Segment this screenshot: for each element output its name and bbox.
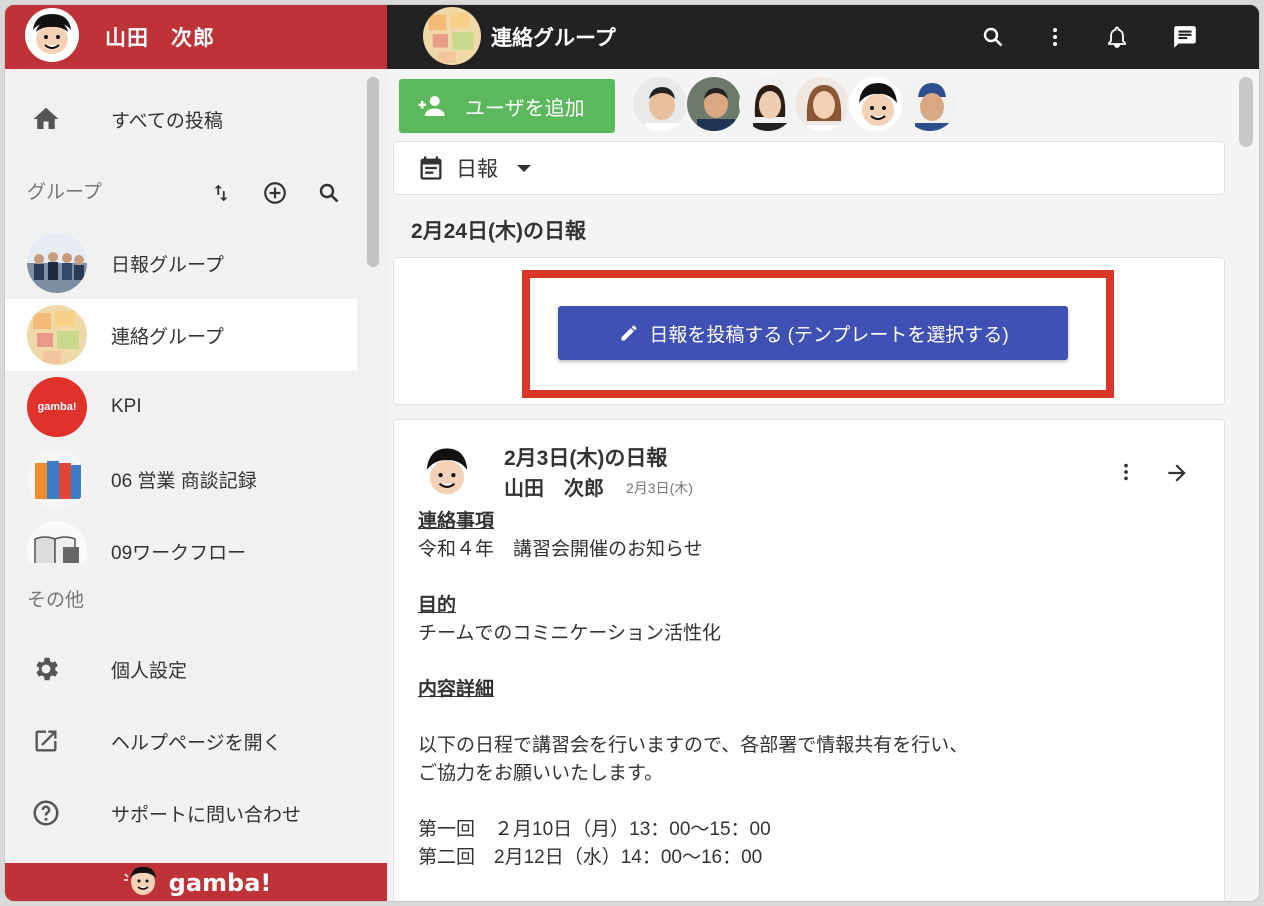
bell-icon[interactable]: [1101, 21, 1133, 53]
report-text-line: 第一回 ２月10日（月）13：00〜15：00: [418, 819, 771, 840]
nav-all-posts[interactable]: すべての投稿: [5, 83, 357, 155]
report-text-line: ご協力をお願いいたします。: [418, 763, 664, 784]
add-user-label: ユーザを追加: [465, 97, 585, 120]
group-item-sales[interactable]: 06 営業 商談記録: [5, 443, 357, 515]
main-content: ユーザを追加 日報 2月24日(木)の日報 日報を投稿する (テンプレートを選択…: [387, 69, 1259, 901]
user-name: 山田 次郎: [105, 27, 215, 50]
template-select-value: 日報: [456, 158, 498, 181]
report-section-heading: 内容詳細: [418, 679, 495, 700]
member-avatar[interactable]: [739, 75, 797, 133]
search-icon[interactable]: [977, 21, 1009, 53]
user-header[interactable]: 山田 次郎: [5, 5, 387, 69]
report-text-line: チームでのコミニケーション活性化: [418, 623, 722, 644]
group-item-label: 連絡グループ: [111, 326, 224, 348]
member-avatar[interactable]: [685, 75, 743, 133]
report-text-line: 令和４年 講習会開催のお知らせ: [418, 539, 703, 560]
nav-personal-settings[interactable]: 個人設定: [5, 633, 357, 705]
group-avatar: [27, 521, 87, 563]
add-group-icon[interactable]: [259, 177, 291, 209]
group-item-label: 日報グループ: [111, 254, 224, 276]
today-report-heading: 2月24日(木)の日報: [411, 220, 587, 243]
group-item-label: 06 営業 商談記録: [111, 470, 257, 492]
other-section-label: その他: [27, 590, 85, 611]
nav-contact-support[interactable]: サポートに問い合わせ: [5, 777, 357, 849]
brand-footer: gamba!: [5, 863, 387, 902]
member-avatar[interactable]: [901, 75, 959, 133]
user-avatar[interactable]: [25, 7, 79, 67]
more-vert-icon[interactable]: [1112, 458, 1140, 486]
author-avatar[interactable]: [416, 442, 478, 504]
group-avatar: [27, 449, 87, 509]
groups-section-label: グループ: [27, 182, 102, 203]
kpi-avatar-text: gamba!: [37, 401, 77, 413]
report-text-line: 以下の日程で講習会を行いますので、各部署で情報共有を行い、: [418, 735, 969, 756]
pencil-icon: [617, 321, 641, 345]
open-external-icon: [31, 726, 61, 756]
brand-logo: gamba!: [168, 869, 272, 897]
group-item-label: KPI: [111, 396, 142, 417]
group-thumbnail[interactable]: [423, 7, 481, 65]
member-avatars: [631, 75, 959, 133]
nav-contact-support-label: サポートに問い合わせ: [111, 804, 302, 826]
home-icon: [31, 104, 61, 134]
post-report-button[interactable]: 日報を投稿する (テンプレートを選択する): [558, 306, 1068, 360]
sort-icon[interactable]: [205, 177, 237, 209]
sidebar-nav: すべての投稿 グループ 日報グループ 連絡グループ gamba! KPI 06 …: [5, 69, 387, 563]
chevron-down-icon: [514, 158, 534, 178]
help-circle-icon: [31, 798, 61, 828]
main-scrollbar[interactable]: [1239, 77, 1253, 147]
add-user-button[interactable]: ユーザを追加: [399, 79, 615, 133]
member-avatar[interactable]: [793, 75, 851, 133]
more-vert-icon[interactable]: [1039, 21, 1071, 53]
report-card[interactable]: 2月3日(木)の日報 山田 次郎 2月3日(木) 連絡事項 令和４年 講習会開催…: [393, 419, 1225, 901]
nav-personal-settings-label: 個人設定: [111, 660, 188, 682]
group-item-kpi[interactable]: gamba! KPI: [5, 371, 357, 443]
new-post-card: 日報を投稿する (テンプレートを選択する): [393, 257, 1225, 405]
group-tools: [205, 177, 345, 209]
group-item-workflow[interactable]: 09ワークフロー: [5, 515, 357, 563]
group-title: 連絡グループ: [491, 27, 616, 50]
calendar-icon: [416, 153, 446, 183]
report-date: 2月3日(木): [626, 480, 693, 496]
mascot-icon: [121, 864, 161, 902]
group-item-nippo[interactable]: 日報グループ: [5, 227, 357, 299]
report-title[interactable]: 2月3日(木)の日報: [504, 442, 667, 472]
template-select[interactable]: 日報: [393, 141, 1225, 195]
group-item-label: 09ワークフロー: [111, 542, 247, 564]
group-avatar: [27, 305, 87, 365]
member-avatar[interactable]: [847, 75, 905, 133]
arrow-right-icon[interactable]: [1162, 458, 1192, 488]
group-item-renraku[interactable]: 連絡グループ: [5, 299, 357, 371]
app-window: 山田 次郎 すべての投稿 グループ 日報グループ 連絡グループ gamba! K…: [4, 4, 1260, 902]
nav-all-posts-label: すべての投稿: [111, 110, 223, 132]
search-groups-icon[interactable]: [313, 177, 345, 209]
chat-icon[interactable]: [1169, 21, 1201, 53]
group-avatar: [27, 233, 87, 293]
report-section-heading: 連絡事項: [418, 511, 495, 532]
top-bar: 連絡グループ: [387, 5, 1259, 69]
kpi-avatar: gamba!: [27, 377, 87, 437]
nav-help-page[interactable]: ヘルプページを開く: [5, 705, 357, 777]
post-report-button-label: 日報を投稿する (テンプレートを選択する): [649, 324, 1009, 346]
sidebar: 山田 次郎 すべての投稿 グループ 日報グループ 連絡グループ gamba! K…: [5, 5, 387, 902]
report-text-line: 第二回 2月12日（水）14：00〜16：00: [418, 847, 763, 868]
member-avatar[interactable]: [631, 75, 689, 133]
report-author: 山田 次郎: [504, 478, 604, 500]
report-section-heading: 目的: [418, 595, 457, 616]
person-add-icon: [415, 90, 447, 122]
nav-help-page-label: ヘルプページを開く: [111, 732, 282, 754]
gear-icon: [31, 654, 61, 684]
